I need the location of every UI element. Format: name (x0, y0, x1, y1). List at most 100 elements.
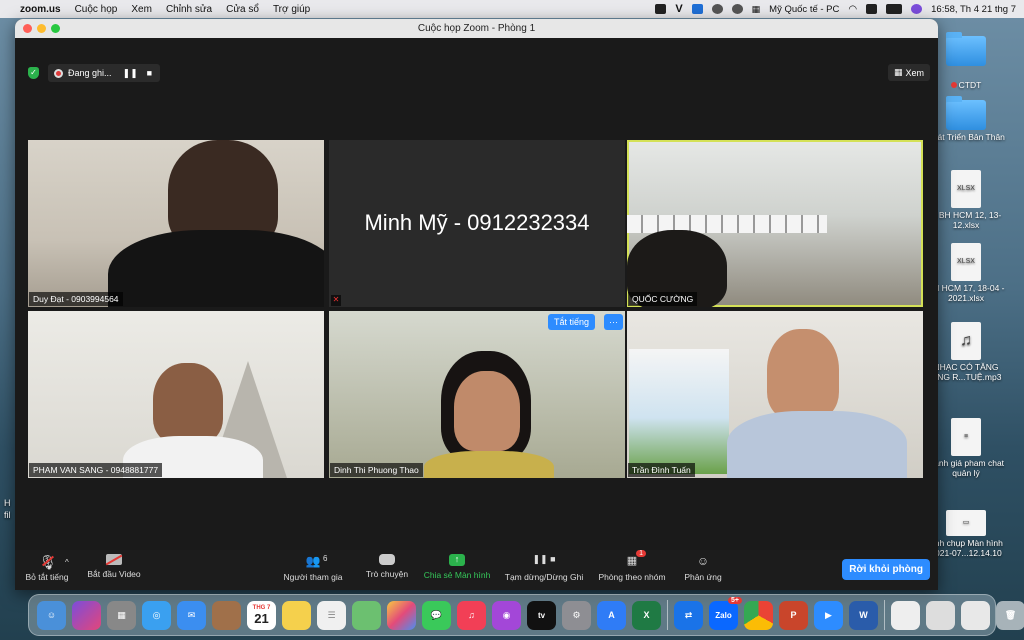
participant-video (454, 371, 520, 451)
menu-view[interactable]: Xem (131, 4, 152, 15)
system-preferences-icon[interactable]: ⚙ (562, 600, 591, 630)
menu-help[interactable]: Trợ giúp (273, 4, 310, 15)
teamviewer-icon[interactable]: ⇄ (674, 600, 703, 630)
participant-body (108, 230, 324, 307)
video-tile-1[interactable]: Duy Đạt - 0903994564 (28, 140, 324, 307)
dock-divider (884, 600, 885, 630)
excel-icon[interactable]: X (632, 600, 661, 630)
participant-name: Duy Đạt - 0903994564 (29, 292, 123, 306)
contacts-icon[interactable] (212, 600, 241, 630)
participant-name: Dinh Thi Phuong Thao (330, 463, 423, 477)
control-center-icon[interactable] (866, 4, 878, 14)
apple-tv-icon[interactable]: tv (527, 600, 556, 630)
view-button[interactable]: ▦ Xem (888, 64, 930, 81)
v-icon[interactable]: V (675, 3, 682, 15)
video-tile-5[interactable]: Tắt tiếng ··· Dinh Thi Phuong Thao (329, 311, 625, 478)
app-store-icon[interactable]: A (597, 600, 626, 630)
participant-name: QUỐC CƯỜNG (628, 292, 698, 306)
launchpad-icon[interactable]: ▦ (107, 600, 136, 630)
podcasts-icon[interactable]: ◉ (492, 600, 521, 630)
chat-bubble-icon (379, 554, 395, 565)
finder-icon[interactable]: ☺ (37, 600, 66, 630)
participants-button[interactable]: 👥 6 Người tham gia (278, 554, 348, 582)
xlsx-file-icon: XLSX (951, 243, 981, 281)
pause-stop-recording-button[interactable]: ❚❚ ■ Tạm dừng/Dừng Ghi (500, 554, 588, 582)
video-tile-6[interactable]: Trần Đình Tuấn (627, 311, 923, 478)
stop-recording-icon[interactable]: ■ (147, 68, 152, 78)
chat-button[interactable]: Trò chuyện (357, 554, 417, 579)
reminders-icon[interactable]: ☰ (317, 600, 346, 630)
breakout-rooms-button[interactable]: ▦ 1 Phòng theo nhóm (593, 550, 671, 582)
zoom-meeting-window: Cuộc họp Zoom - Phòng 1 ✓ Đang ghi... ❚❚… (15, 19, 938, 590)
xlsx-file-icon: XLSX (951, 170, 981, 208)
recent-window-2-icon[interactable] (926, 600, 955, 630)
play-icon[interactable] (731, 4, 743, 14)
video-off-icon (105, 554, 123, 566)
safari-icon[interactable]: ◎ (142, 600, 171, 630)
zoom-app-icon[interactable]: ▶ (814, 600, 843, 630)
pause-stop-icon: ❚❚ ■ (532, 554, 556, 564)
menu-meeting[interactable]: Cuộc họp (75, 4, 118, 15)
camera-icon[interactable] (655, 4, 667, 14)
recording-label: Đang ghi... (68, 68, 112, 78)
menu-window[interactable]: Cửa sổ (226, 4, 259, 15)
input-source[interactable]: Mỹ Quốc tế - PC (769, 4, 839, 15)
pause-recording-icon[interactable]: ❚❚ (123, 68, 138, 79)
flag-icon[interactable]: ▦ (752, 4, 761, 15)
wall-vent (627, 215, 827, 233)
participants-icon: 👥 6 (305, 554, 328, 568)
status-tray: V ▦ Mỹ Quốc tế - PC ◠ 16:58, Th 4 21 thg… (655, 3, 1016, 15)
zalo-icon[interactable]: Zalo 5+ (709, 596, 742, 630)
breakout-rooms-icon: ▦ 1 (624, 550, 646, 568)
reactions-button[interactable]: ☺ Phản ứng (675, 554, 731, 582)
chrome-icon[interactable] (744, 600, 773, 630)
calendar-icon[interactable]: THG 7 21 (247, 600, 276, 630)
share-screen-icon: ↑ (449, 554, 465, 566)
battery-icon[interactable] (886, 4, 903, 14)
wifi-icon[interactable]: ◠ (848, 4, 857, 15)
video-tile-2[interactable]: Minh Mỹ - 0912232334 ✕ (329, 140, 625, 307)
music-icon[interactable]: ♫ (457, 600, 486, 630)
powerpoint-icon[interactable]: P (779, 600, 808, 630)
grid-icon: ▦ (893, 67, 903, 77)
menu-app[interactable]: zoom.us (20, 4, 61, 15)
start-video-button[interactable]: Bắt đầu Video (83, 554, 145, 579)
video-tile-4[interactable]: PHAM VAN SANG - 0948881777 (28, 311, 324, 478)
photos-icon[interactable] (387, 600, 416, 630)
notes-icon[interactable] (282, 600, 311, 630)
recent-window-3-icon[interactable] (961, 600, 990, 630)
dock: ☺ ▦ ◎ ✉ THG 7 21 ☰ 💬 ♫ ◉ tv ⚙ A X ⇄ Zalo… (28, 594, 1024, 636)
desktop-edge-label: Hfil (4, 498, 11, 520)
unmute-button[interactable]: 🎙 Bỏ tắt tiếng (23, 554, 71, 582)
creative-cloud-icon[interactable] (711, 4, 723, 14)
more-options-icon[interactable]: ··· (604, 314, 623, 330)
word-icon[interactable]: W (849, 600, 878, 630)
shield-icon[interactable]: ✓ (28, 67, 39, 79)
trash-icon[interactable]: 🗑 (996, 600, 1024, 630)
folder-icon (946, 96, 986, 130)
leave-meeting-button[interactable]: Rời khỏi phòng (842, 559, 930, 580)
mail-icon[interactable]: ✉ (177, 600, 206, 630)
recent-window-1-icon[interactable] (891, 600, 920, 630)
maps-icon[interactable] (352, 600, 381, 630)
video-tile-3-active-speaker[interactable]: QUỐC CƯỜNG (627, 140, 923, 307)
close-window-button[interactable] (23, 24, 32, 33)
share-screen-button[interactable]: ↑ Chia sẻ Màn hình (418, 554, 496, 580)
teamviewer-icon[interactable] (691, 4, 703, 14)
image-file-icon: ▭ (946, 510, 986, 536)
minimize-window-button[interactable] (37, 24, 46, 33)
messages-icon[interactable]: 💬 (422, 600, 451, 630)
record-dot-icon (54, 68, 63, 78)
mute-all-button[interactable]: Tắt tiếng (547, 314, 595, 330)
siri-icon[interactable] (911, 4, 923, 14)
siri-icon[interactable] (72, 600, 101, 630)
maximize-window-button[interactable] (51, 24, 60, 33)
clock[interactable]: 16:58, Th 4 21 thg 7 (931, 4, 1016, 15)
menu-bar: zoom.us Cuộc họp Xem Chỉnh sửa Cửa sổ Tr… (0, 0, 1024, 18)
participant-video (767, 329, 839, 419)
folder-icon (946, 32, 986, 66)
menu-edit[interactable]: Chỉnh sửa (166, 4, 212, 15)
recording-indicator: Đang ghi... ❚❚ ■ (48, 64, 160, 82)
dock-divider (667, 600, 668, 630)
audio-options-caret[interactable]: ^ (65, 558, 69, 567)
